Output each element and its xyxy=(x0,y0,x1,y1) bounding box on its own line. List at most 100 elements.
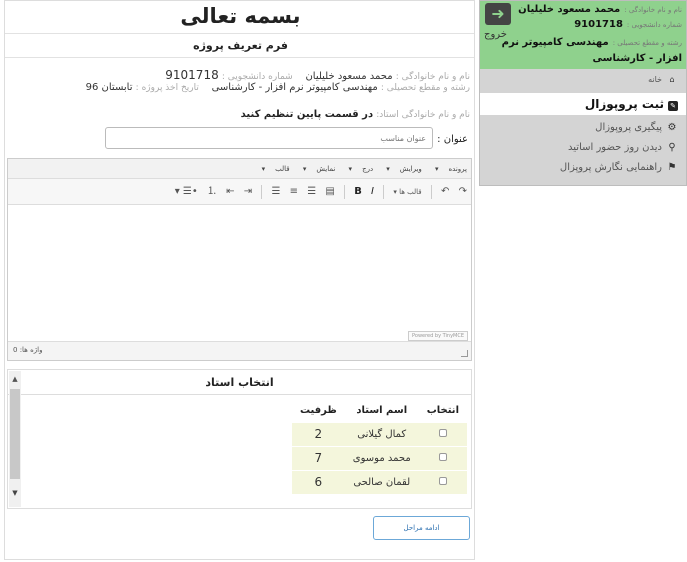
logout-icon[interactable]: ➜ xyxy=(485,3,511,25)
title-label: عنوان : xyxy=(437,134,468,145)
teacher-checkbox[interactable] xyxy=(438,428,447,437)
profile-name: محمد مسعود خلیلیان xyxy=(518,4,621,15)
editor-menubar: پرونده ▾ ویرایش ▾ درج ▾ نمایش ▾ قالب ▾ xyxy=(8,159,471,179)
continue-button[interactable]: ادامه مراحل xyxy=(373,516,470,540)
divider xyxy=(5,33,474,34)
sidebar-item-home[interactable]: ⌂ خانه xyxy=(480,69,686,91)
select-cell xyxy=(418,445,467,470)
teacher-capacity: 6 xyxy=(291,469,345,494)
teacher-selection-panel: انتخاب استاد ▲ ▼ انتخاب اسم استاد ظرفیت … xyxy=(7,369,472,509)
rich-text-editor: پرونده ▾ ویرایش ▾ درج ▾ نمایش ▾ قالب ▾ ↷ ↶ قا… xyxy=(7,158,472,361)
student-id-label: شماره دانشجویی : xyxy=(221,72,293,82)
profile-major-continued: افزار - کارشناسی xyxy=(592,53,682,64)
editor-toolbar: ↷ ↶ قالب ها ▾ I B ▤ ☰ ≡ ☰ ⇥ ⇤ ⒈ •☰ ▾ xyxy=(8,179,471,205)
profile-major-line-2: افزار - کارشناسی xyxy=(593,53,682,64)
undo-icon[interactable]: ↶ xyxy=(441,179,449,205)
bullet-list-icon[interactable]: •☰ ▾ xyxy=(175,179,198,205)
menu-edit[interactable]: ویرایش xyxy=(400,165,422,173)
redo-icon[interactable]: ↷ xyxy=(459,179,467,205)
profile-name-line: نام و نام خانوادگی :محمد مسعود خلیلیان xyxy=(518,4,682,15)
sidebar-item-label: خانه xyxy=(648,75,662,84)
select-cell xyxy=(418,421,467,446)
sidebar-item-label: پیگیری پروپوزال xyxy=(595,122,662,133)
divider xyxy=(5,57,474,58)
caret-down-icon: ▾ xyxy=(386,165,390,173)
sidebar-item-register-proposal[interactable]: ✎ ثبت پروپوزال xyxy=(480,93,686,115)
profile-major-line: رشته و مقطع تحصیلی :مهندسی کامپیوتر نرم xyxy=(502,37,682,48)
major-label: رشته و مقطع تحصیلی : xyxy=(380,83,470,93)
edit-icon: ✎ xyxy=(668,101,678,111)
scroll-thumb[interactable] xyxy=(10,389,20,479)
italic-button[interactable]: I xyxy=(371,179,374,205)
teacher-name: محمد موسوی xyxy=(344,445,419,470)
column-header-capacity: ظرفیت xyxy=(299,405,337,417)
signpost-icon: ⚑ xyxy=(667,162,677,173)
resize-handle-icon[interactable] xyxy=(461,350,468,357)
indent-icon[interactable]: ⇥ xyxy=(244,179,252,205)
column-header-select: انتخاب xyxy=(426,405,459,417)
teacher-table: انتخاب اسم استاد ظرفیت کمال گیلانی 2 محم… xyxy=(291,400,467,494)
student-id-value: 9101718 xyxy=(165,68,219,82)
sidebar-item-label: ثبت پروپوزال xyxy=(584,97,664,111)
advisor-label: نام و نام خانوادگی استاد: xyxy=(376,110,470,120)
date-label: تاریخ اخذ پروژه : xyxy=(135,83,199,93)
sidebar: ➜ خروج نام و نام خانوادگی :محمد مسعود خل… xyxy=(479,0,687,186)
scrollbar[interactable]: ▲ ▼ xyxy=(9,371,21,507)
teacher-checkbox[interactable] xyxy=(438,476,447,485)
align-center-icon[interactable]: ≡ xyxy=(290,179,298,205)
profile-major-label: رشته و مقطع تحصیلی : xyxy=(612,39,682,47)
select-cell xyxy=(418,469,467,494)
align-right-icon[interactable]: ☰ xyxy=(307,179,316,205)
column-header-name: اسم استاد xyxy=(356,405,408,417)
teacher-capacity: 2 xyxy=(291,421,345,446)
teacher-name: کمال گیلانی xyxy=(344,421,419,446)
profile-major: مهندسی کامپیوتر نرم xyxy=(501,37,609,48)
table-row: لقمان صالحی 6 xyxy=(291,469,467,494)
word-count: واژه ها: 0 xyxy=(13,346,43,354)
bismillah-heading: بسمه تعالی xyxy=(180,4,301,28)
name-value: محمد مسعود خلیلیان xyxy=(305,71,393,82)
student-info-line-2: رشته و مقطع تحصیلی : مهندسی کامپیوتر نرم… xyxy=(86,82,470,93)
teacher-name: لقمان صالحی xyxy=(344,469,419,494)
formats-dropdown[interactable]: قالب ها ▾ xyxy=(393,179,421,205)
align-left-icon[interactable]: ☰ xyxy=(272,179,281,205)
project-definition-form: بسمه تعالی فرم تعریف پروژه نام و نام خان… xyxy=(4,0,475,560)
caret-down-icon: ▾ xyxy=(435,165,439,173)
editor-content-area[interactable] xyxy=(8,205,471,339)
sidebar-item-label: راهنمایی نگارش پروپزال xyxy=(559,162,662,173)
teacher-capacity: 7 xyxy=(291,445,345,470)
sidebar-item-guide[interactable]: ⚑ راهنمایی نگارش پروپزال xyxy=(480,158,686,178)
home-icon: ⌂ xyxy=(669,75,675,84)
scroll-down-icon[interactable]: ▼ xyxy=(9,489,21,497)
caret-down-icon: ▾ xyxy=(261,165,266,173)
binoculars-icon: ⚲ xyxy=(668,142,676,153)
bold-button[interactable]: B xyxy=(354,179,362,205)
profile-id-line: شماره دانشجویی :9101718 xyxy=(574,19,682,30)
profile-id: 9101718 xyxy=(574,19,623,30)
teacher-checkbox[interactable] xyxy=(438,452,447,461)
major-value: مهندسی کامپیوتر نرم افزار - کارشناسی xyxy=(211,82,378,93)
toolbar-separator xyxy=(430,185,432,199)
menu-insert[interactable]: درج xyxy=(362,165,373,173)
menu-view[interactable]: نمایش xyxy=(316,165,335,173)
caret-down-icon: ▾ xyxy=(348,165,353,173)
menu-file[interactable]: پرونده xyxy=(449,165,467,173)
sidebar-item-office-hours[interactable]: ⚲ دیدن روز حضور اساتید xyxy=(480,138,686,158)
align-justify-icon[interactable]: ▤ xyxy=(325,179,334,205)
menu-format[interactable]: قالب xyxy=(275,165,290,173)
numbered-list-icon[interactable]: ⒈ xyxy=(207,179,217,205)
sidebar-item-follow-up[interactable]: ⚙ پیگیری پروپوزال xyxy=(480,118,686,138)
editor-statusbar: واژه ها: 0 xyxy=(8,341,471,360)
outdent-icon[interactable]: ⇤ xyxy=(226,179,234,205)
profile-id-label: شماره دانشجویی : xyxy=(626,21,682,29)
powered-by-badge: Powered by TinyMCE xyxy=(408,331,468,341)
advisor-info-line: نام و نام خانوادگی استاد: در قسمت پایین … xyxy=(241,109,470,120)
profile-name-label: نام و نام خانوادگی : xyxy=(624,6,682,14)
title-input[interactable] xyxy=(105,127,433,149)
toolbar-separator xyxy=(344,185,346,199)
form-title: فرم تعریف پروژه xyxy=(193,39,288,52)
gear-icon: ⚙ xyxy=(667,122,677,133)
sidebar-nav: ⌂ خانه ✎ ثبت پروپوزال ⚙ پیگیری پروپوزال ⚲ دی… xyxy=(480,69,686,178)
teacher-section-title: انتخاب استاد xyxy=(8,370,471,395)
scroll-up-icon[interactable]: ▲ xyxy=(9,375,21,383)
